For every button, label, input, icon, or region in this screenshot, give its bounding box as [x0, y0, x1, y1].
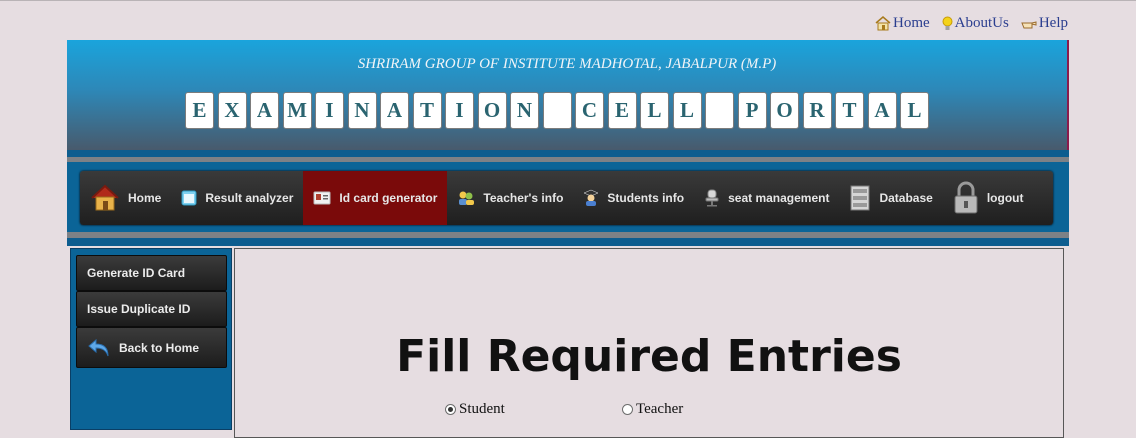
sidebar-item-label: Issue Duplicate ID	[87, 302, 191, 316]
title-tile: M	[282, 92, 312, 129]
title-tile: I	[445, 92, 474, 129]
top-link-aboutus-label: AboutUs	[954, 15, 1009, 31]
sidebar: Generate ID Card Issue Duplicate ID Back…	[70, 248, 232, 430]
nav-item-teachers-info[interactable]: Teacher's info	[447, 171, 573, 225]
nav-item-result-analyzer-label: Result analyzer	[205, 191, 294, 205]
radio-button-checked[interactable]	[445, 404, 456, 415]
title-tile: N	[347, 92, 377, 129]
lightbulb-icon	[942, 16, 953, 30]
title-tile: A	[380, 92, 409, 129]
nav-item-id-card-generator-label: Id card generator	[339, 191, 438, 205]
nav-item-database-label: Database	[879, 191, 933, 205]
people-icon	[459, 191, 475, 205]
nav-item-teachers-info-label: Teacher's info	[483, 191, 564, 205]
window-icon	[181, 190, 197, 206]
sidebar-item-label: Generate ID Card	[87, 266, 186, 280]
title-tile: L	[672, 92, 702, 129]
student-icon	[583, 189, 600, 206]
top-link-help-label: Help	[1038, 15, 1068, 31]
radio-button-unchecked[interactable]	[622, 404, 633, 415]
title-tile: C	[575, 92, 604, 129]
database-icon	[850, 185, 870, 211]
main-nav: Home Result analyzer Id card generator T…	[80, 171, 1053, 225]
radio-student[interactable]: Student	[445, 401, 505, 418]
header-band	[67, 150, 1069, 157]
nav-item-result-analyzer[interactable]: Result analyzer	[171, 171, 303, 225]
title-tile: T	[835, 92, 864, 129]
top-links: Home AboutUs Help	[875, 15, 1068, 32]
nav-item-seat-management-label: seat management	[728, 191, 830, 205]
title-tile: A	[250, 92, 279, 129]
sidebar-item-issue-duplicate-id[interactable]: Issue Duplicate ID	[76, 291, 227, 327]
title-tile: I	[315, 92, 344, 129]
title-tile: O	[477, 92, 507, 129]
sidebar-item-generate-id-card[interactable]: Generate ID Card	[76, 255, 227, 291]
house-icon	[91, 184, 119, 211]
form-title: Fill Required Entries	[396, 331, 902, 382]
sidebar-item-back-to-home[interactable]: Back to Home	[76, 327, 227, 368]
title-tile: X	[217, 92, 247, 129]
title-tile: P	[737, 92, 767, 129]
title-tile: N	[510, 92, 539, 129]
nav-item-id-card-generator[interactable]: Id card generator	[303, 171, 448, 225]
title-tile: R	[802, 92, 832, 129]
nav-item-seat-management[interactable]: seat management	[694, 171, 839, 225]
title-tile: O	[770, 92, 799, 129]
top-link-home-label: Home	[892, 15, 930, 31]
chair-icon	[705, 189, 719, 207]
nav-item-logout[interactable]: logout	[943, 171, 1034, 225]
nav-item-home[interactable]: Home	[80, 171, 171, 225]
title-tile-blank	[542, 92, 572, 129]
id-card-icon	[313, 191, 331, 205]
title-tile: L	[900, 92, 929, 129]
pointing-hand-icon	[1021, 20, 1037, 28]
top-link-help[interactable]: Help	[1021, 15, 1068, 32]
nav-item-database[interactable]: Database	[839, 171, 942, 225]
top-link-aboutus[interactable]: AboutUs	[942, 15, 1009, 32]
title-tile: T	[412, 92, 442, 129]
title-tile: L	[640, 92, 669, 129]
site-header: SHRIRAM GROUP OF INSTITUTE MADHOTAL, JAB…	[67, 40, 1069, 150]
title-tile: A	[867, 92, 897, 129]
portal-title: E X A M I N A T I O N C E L L P O R T A …	[185, 92, 933, 129]
title-tile-blank	[705, 92, 734, 129]
nav-item-students-info[interactable]: Students info	[573, 171, 694, 225]
house-icon	[875, 16, 891, 31]
sidebar-item-label: Back to Home	[119, 340, 200, 355]
title-tile: E	[607, 92, 637, 129]
radio-student-label: Student	[459, 401, 505, 417]
radio-teacher-label: Teacher	[636, 401, 684, 417]
nav-item-students-info-label: Students info	[607, 191, 685, 205]
institute-name: SHRIRAM GROUP OF INSTITUTE MADHOTAL, JAB…	[357, 56, 777, 72]
top-link-home[interactable]: Home	[875, 15, 930, 32]
title-tile: E	[185, 92, 214, 129]
nav-band-bottom	[67, 238, 1069, 246]
nav-item-home-label: Home	[128, 191, 162, 205]
radio-teacher[interactable]: Teacher	[622, 401, 683, 418]
padlock-icon	[954, 181, 978, 214]
nav-item-logout-label: logout	[986, 191, 1024, 205]
top-divider	[0, 0, 1136, 1]
back-arrow-icon	[88, 338, 109, 356]
main-content: Fill Required Entries Student Teacher	[234, 248, 1064, 438]
